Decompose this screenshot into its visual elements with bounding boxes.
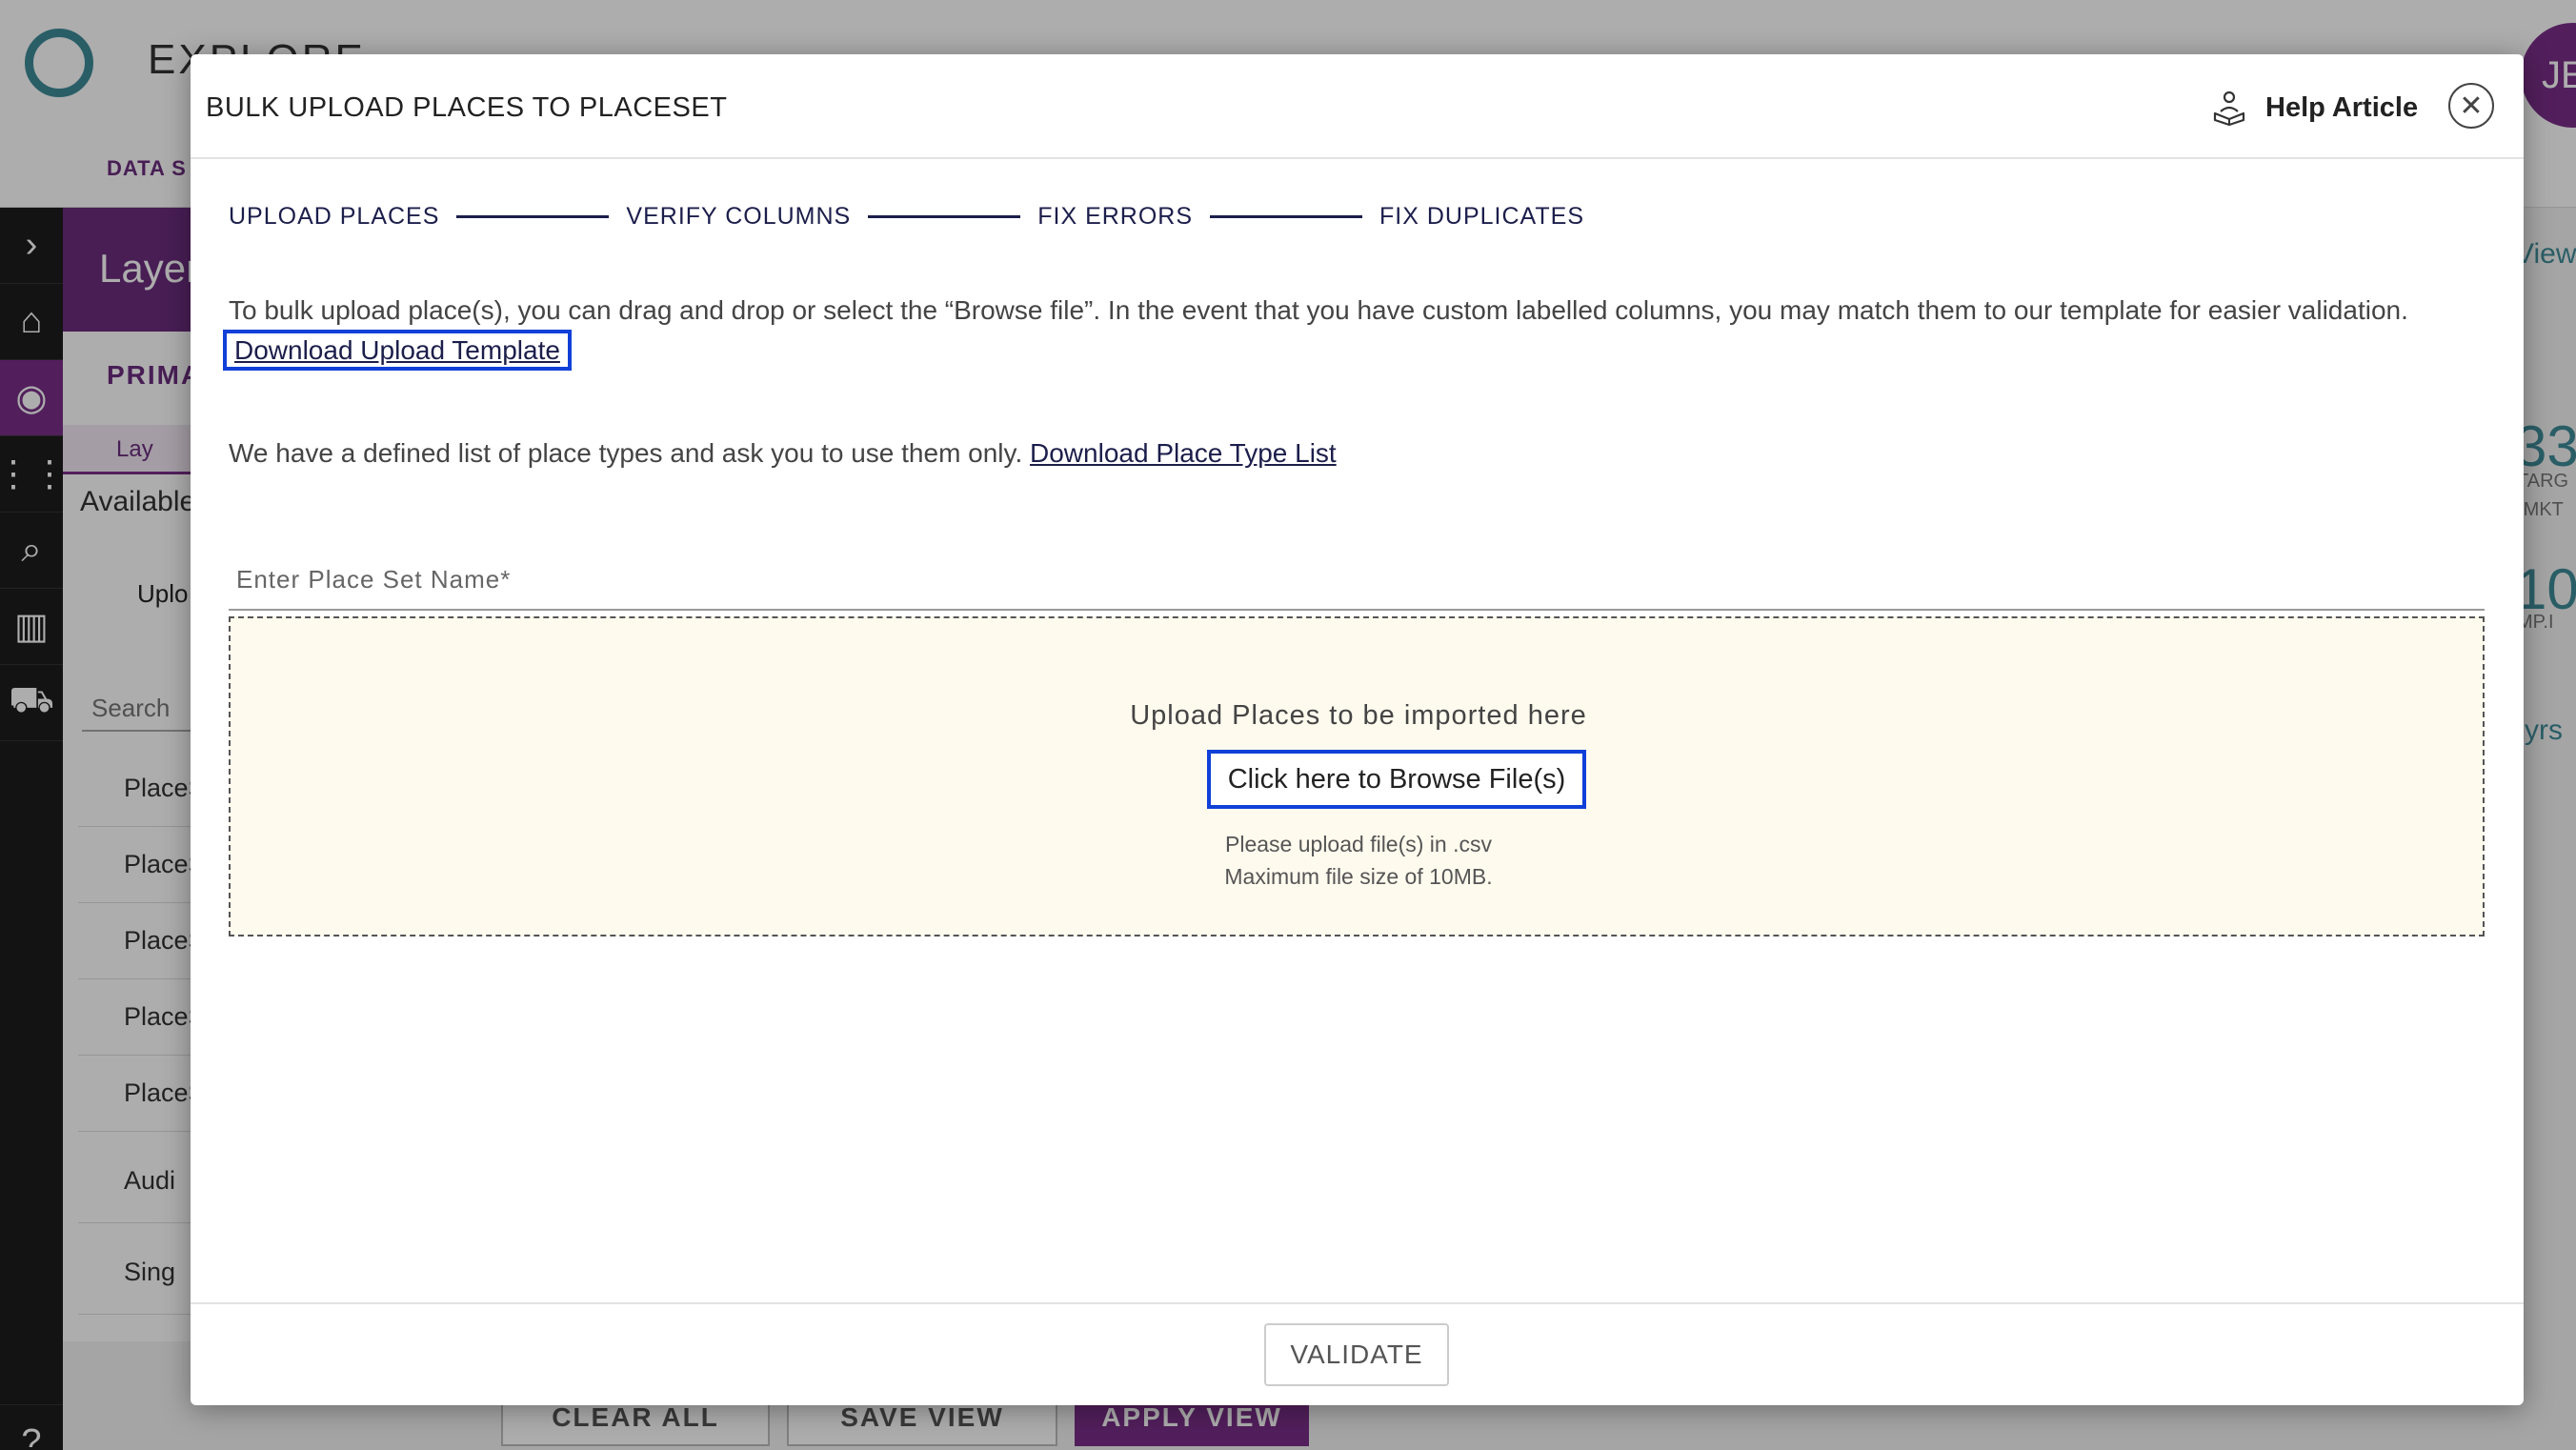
download-upload-template-link[interactable]: Download Upload Template bbox=[223, 330, 572, 371]
step-verify-columns: VERIFY COLUMNS bbox=[626, 202, 852, 230]
reading-person-icon bbox=[2213, 91, 2245, 127]
close-icon[interactable]: ✕ bbox=[2448, 83, 2494, 129]
instructions-text: To bulk upload place(s), you can drag an… bbox=[229, 295, 2408, 325]
step-connector bbox=[1210, 214, 1363, 218]
place-type-text: We have a defined list of place types an… bbox=[229, 438, 1023, 468]
dialog-header: BULK UPLOAD PLACES TO PLACESET Help Arti… bbox=[191, 54, 2524, 159]
bulk-upload-dialog: BULK UPLOAD PLACES TO PLACESET Help Arti… bbox=[191, 54, 2524, 1405]
place-type-instructions: We have a defined list of place types an… bbox=[229, 433, 1337, 473]
step-fix-duplicates: FIX DUPLICATES bbox=[1379, 202, 1584, 230]
file-size-note: Maximum file size of 10MB. bbox=[1224, 864, 1493, 889]
browse-files-button[interactable]: Click here to Browse File(s) bbox=[1207, 750, 1586, 809]
upload-stepper: UPLOAD PLACES VERIFY COLUMNS FIX ERRORS … bbox=[229, 197, 1584, 235]
file-format-note: Please upload file(s) in .csv bbox=[1225, 832, 1492, 856]
upload-instructions: To bulk upload place(s), you can drag an… bbox=[223, 291, 2448, 371]
place-set-name-input[interactable] bbox=[229, 550, 2485, 611]
dialog-footer: VALIDATE bbox=[191, 1302, 2524, 1405]
help-article-label: Help Article bbox=[2265, 91, 2419, 123]
step-upload-places: UPLOAD PLACES bbox=[229, 202, 440, 230]
file-dropzone[interactable]: Upload Places to be imported here Click … bbox=[229, 616, 2485, 936]
validate-button[interactable]: VALIDATE bbox=[1264, 1323, 1449, 1386]
step-fix-errors: FIX ERRORS bbox=[1037, 202, 1194, 230]
dropzone-title: Upload Places to be imported here bbox=[1130, 700, 1587, 731]
dialog-title: BULK UPLOAD PLACES TO PLACESET bbox=[206, 92, 728, 123]
step-connector bbox=[456, 214, 610, 218]
help-article-link[interactable]: Help Article bbox=[2210, 85, 2418, 131]
download-place-type-list-link[interactable]: Download Place Type List bbox=[1030, 438, 1337, 468]
step-connector bbox=[868, 214, 1021, 218]
